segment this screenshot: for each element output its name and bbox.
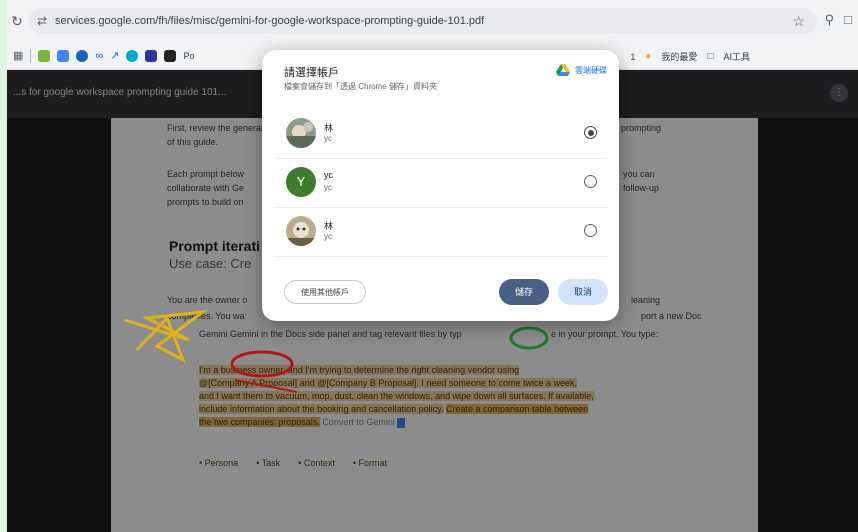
dialog-title: 請選擇帳戶 — [284, 67, 339, 79]
account-radio[interactable] — [584, 175, 597, 188]
account-email: yc — [324, 232, 332, 241]
green-circle-scribble — [509, 326, 549, 350]
account-name: 林 — [324, 221, 334, 231]
google-drive-icon — [556, 64, 570, 76]
yellow-star-scribble — [124, 309, 209, 364]
account-row-1[interactable]: 林 yc — [274, 110, 607, 159]
account-email: yc — [324, 134, 332, 143]
drive-label: 雲端硬碟 — [575, 65, 607, 75]
avatar-photo — [286, 216, 316, 246]
account-chooser-dialog: 請選擇帳戶 檔案會儲存到「透過 Chrome 儲存」資料夾 雲端硬碟 林 yc — [262, 50, 619, 321]
use-other-account-button[interactable]: 使用其他帳戶 — [284, 280, 366, 304]
account-radio-selected[interactable] — [584, 126, 597, 139]
account-email: yc — [324, 183, 332, 192]
avatar-letter: Y — [286, 167, 316, 197]
dialog-subtitle: 檔案會儲存到「透過 Chrome 儲存」資料夾 — [284, 82, 437, 91]
account-row-2[interactable]: Y yc yc — [274, 159, 607, 208]
account-name: yc — [324, 170, 333, 180]
cancel-button[interactable]: 取消 — [558, 279, 608, 305]
save-button[interactable]: 儲存 — [499, 279, 549, 305]
drive-badge: 雲端硬碟 — [556, 64, 607, 76]
avatar-photo — [286, 118, 316, 148]
browser-window: ↻ ⇄ services.google.com/fh/files/misc/ge… — [7, 0, 858, 532]
account-name: 林 — [324, 123, 334, 133]
account-row-3[interactable]: 林 yc — [274, 208, 607, 257]
red-circle-scribble — [230, 350, 294, 378]
red-underline-scribble — [234, 379, 298, 393]
account-radio[interactable] — [584, 224, 597, 237]
